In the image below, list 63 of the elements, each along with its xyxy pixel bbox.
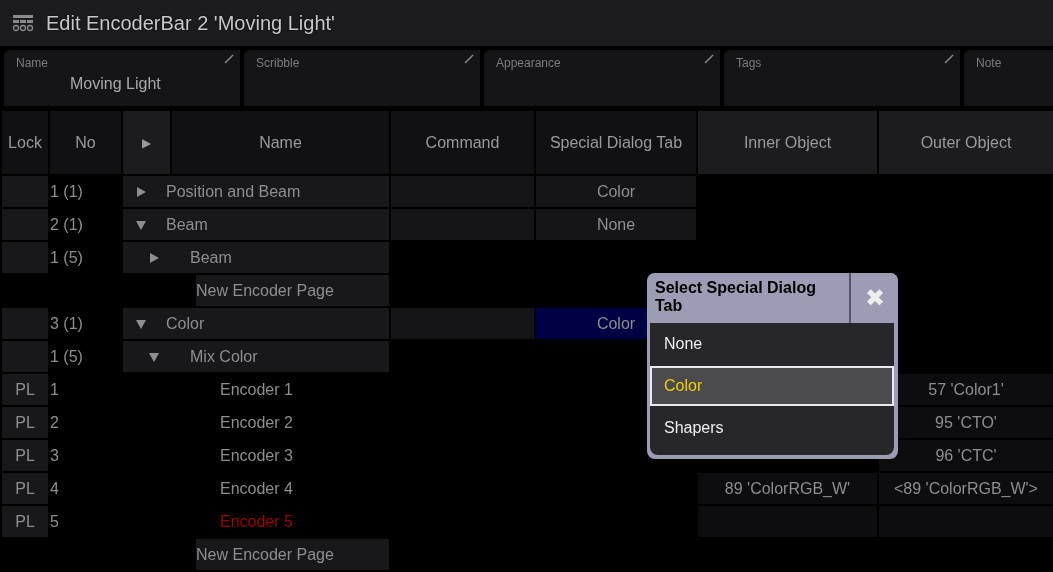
property-field[interactable]: Note: [964, 50, 1053, 106]
field-label: Name: [16, 56, 49, 70]
expanded-arrow-icon[interactable]: [135, 218, 147, 231]
collapsed-arrow-icon[interactable]: [148, 251, 160, 264]
tree-item[interactable]: Position and Beam: [123, 176, 389, 207]
tree-item[interactable]: Beam: [123, 209, 389, 240]
number-cell-text: 3: [50, 445, 60, 466]
number-cell-text: 2: [50, 412, 60, 433]
field-value: Moving Light: [70, 75, 162, 93]
special-tab-cell[interactable]: Color: [536, 176, 696, 207]
tree-item[interactable]: Mix Color: [123, 341, 389, 372]
lock-cell: [2, 209, 48, 240]
special-tab-cell[interactable]: None: [536, 209, 696, 240]
number-cell-text: 3 (1): [50, 313, 84, 334]
number-cell-text: 5: [50, 511, 60, 532]
property-field[interactable]: Name Moving Light: [4, 50, 240, 106]
number-cell-text: 1 (5): [50, 247, 84, 268]
outer-object-cell: 96 'CTC': [879, 440, 1053, 471]
lock-cell: PL: [2, 473, 48, 504]
outer-object-cell: <89 'ColorRGB_W'>: [879, 473, 1053, 504]
collapsed-arrow-icon[interactable]: [135, 185, 147, 198]
encoder-name[interactable]: Encoder 4: [220, 479, 293, 498]
encoder-name[interactable]: Encoder 3: [220, 446, 293, 465]
tree-item[interactable]: Beam: [123, 242, 389, 273]
tree-item[interactable]: Color: [123, 308, 389, 339]
lock-cell: [2, 176, 48, 207]
dialog-option[interactable]: Color: [650, 366, 894, 406]
column-header[interactable]: Inner Object: [698, 111, 877, 174]
field-label: Appearance: [496, 56, 562, 70]
field-label: Note: [976, 56, 1003, 70]
column-header[interactable]: Command: [391, 111, 534, 174]
new-page-item[interactable]: New Encoder Page: [196, 275, 389, 306]
column-header[interactable]: Special Dialog Tab: [536, 111, 696, 174]
lock-cell: PL: [2, 407, 48, 438]
number-cell-text: 1 (1): [50, 181, 84, 202]
property-field[interactable]: Tags: [724, 50, 960, 106]
lock-cell: PL: [2, 440, 48, 471]
lock-cell: [2, 308, 48, 339]
lock-cell: [2, 341, 48, 372]
number-cell-text: 2 (1): [50, 214, 84, 235]
expanded-arrow-icon[interactable]: [135, 317, 147, 330]
lock-cell: [2, 242, 48, 273]
number-cell-text: 1: [50, 379, 60, 400]
encoder-bar-icon: [12, 14, 34, 32]
number-cell-text: 1 (5): [50, 346, 84, 367]
number-cell-text: 4: [50, 478, 60, 499]
lock-cell: PL: [2, 506, 48, 537]
expanded-arrow-icon[interactable]: [148, 350, 160, 363]
inner-object-cell: 89 'ColorRGB_W': [698, 473, 877, 504]
field-label: Tags: [736, 56, 763, 70]
column-header[interactable]: No: [50, 111, 121, 174]
property-field[interactable]: Appearance: [484, 50, 720, 106]
field-label: Scribble: [256, 56, 301, 70]
property-field[interactable]: Scribble: [244, 50, 480, 106]
encoder-name[interactable]: Encoder 2: [220, 413, 293, 432]
column-header[interactable]: ▶: [123, 111, 170, 174]
column-header[interactable]: Outer Object: [879, 111, 1053, 174]
column-header[interactable]: Name: [172, 111, 389, 174]
column-header[interactable]: Lock: [2, 111, 48, 174]
encoder-name[interactable]: Encoder 1: [220, 380, 293, 399]
lock-cell: PL: [2, 374, 48, 405]
new-page-item[interactable]: New Encoder Page: [196, 539, 389, 570]
window-title: Edit EncoderBar 2 'Moving Light': [46, 11, 335, 35]
